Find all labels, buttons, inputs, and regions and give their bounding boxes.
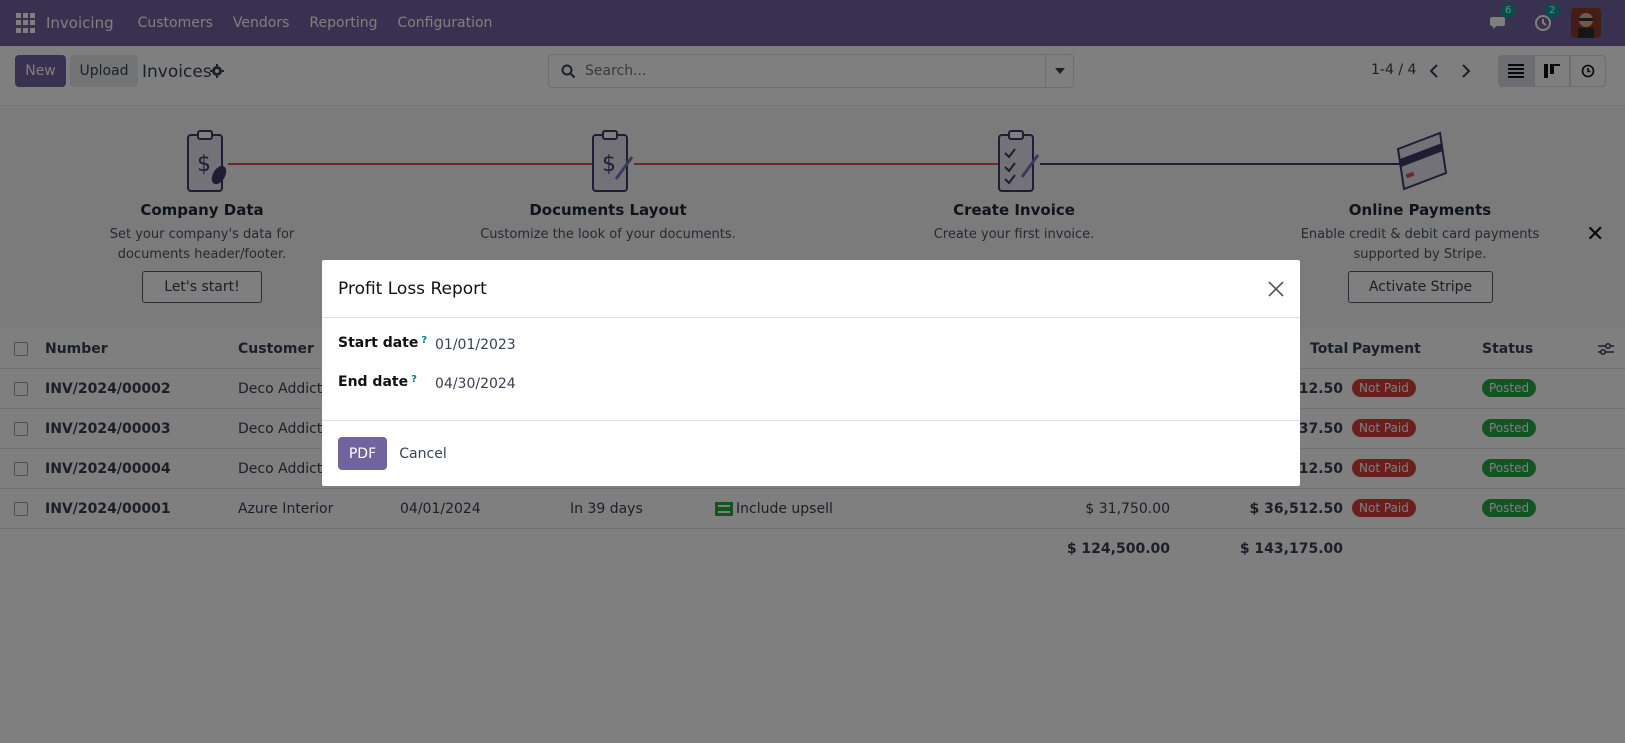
start-date-label-text: Start date [338,335,419,351]
pdf-button[interactable]: PDF [338,437,387,470]
end-date-label-text: End date [338,374,409,390]
start-date-label: Start date? [338,335,427,351]
profit-loss-dialog: Profit Loss Report Start date? 01/01/202… [322,260,1300,486]
dialog-title: Profit Loss Report [338,279,487,299]
start-date-help-icon[interactable]: ? [421,335,427,346]
end-date-help-icon[interactable]: ? [411,374,417,385]
dialog-footer: PDF Cancel [322,420,1300,486]
dialog-header: Profit Loss Report [322,260,1300,318]
close-icon[interactable] [1266,279,1286,299]
start-date-field[interactable]: 01/01/2023 [435,337,516,353]
end-date-label: End date? [338,374,417,390]
end-date-field[interactable]: 04/30/2024 [435,376,516,392]
cancel-button[interactable]: Cancel [396,437,450,470]
